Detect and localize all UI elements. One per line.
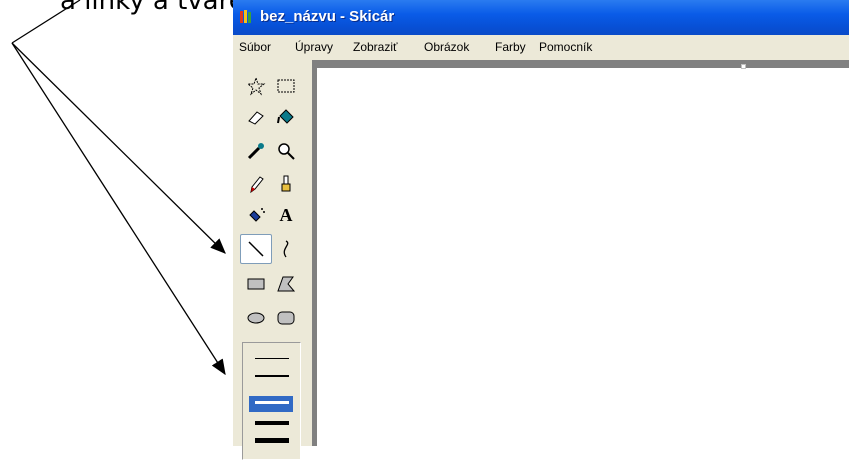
arrow-to-line-width bbox=[11, 42, 226, 376]
tool-rectangle[interactable] bbox=[241, 270, 271, 298]
line-width-5[interactable] bbox=[255, 438, 289, 443]
line-width-1[interactable] bbox=[255, 358, 289, 359]
line-icon bbox=[248, 241, 264, 257]
rounded-rect-icon bbox=[277, 311, 295, 325]
curve-icon bbox=[283, 240, 289, 258]
star-select-icon bbox=[246, 76, 266, 96]
rectangle-icon bbox=[247, 278, 265, 290]
canvas-area bbox=[315, 60, 849, 446]
menu-bar: Súbor Úpravy Zobraziť Obrázok Farby Pomo… bbox=[233, 35, 849, 60]
menu-edit[interactable]: Úpravy bbox=[295, 40, 333, 54]
ellipse-icon bbox=[247, 312, 265, 324]
line-width-options bbox=[242, 342, 301, 460]
menu-image[interactable]: Obrázok bbox=[424, 40, 469, 54]
tool-ellipse[interactable] bbox=[241, 304, 271, 332]
tool-free-form-select[interactable] bbox=[241, 72, 271, 100]
tool-pick-color[interactable] bbox=[241, 137, 271, 165]
drawing-canvas[interactable] bbox=[317, 68, 849, 446]
airbrush-icon bbox=[249, 208, 265, 222]
tool-curve[interactable] bbox=[271, 235, 301, 263]
menu-view[interactable]: Zobraziť bbox=[353, 40, 398, 54]
tool-magnifier[interactable] bbox=[271, 137, 301, 165]
rect-select-icon bbox=[277, 79, 295, 93]
window-title: bez_názvu - Skicár bbox=[260, 8, 395, 25]
pencil-icon bbox=[250, 176, 264, 194]
tool-brush[interactable] bbox=[271, 170, 301, 198]
tool-pencil[interactable] bbox=[241, 170, 271, 198]
eyedropper-icon bbox=[247, 143, 264, 160]
line-width-4[interactable] bbox=[255, 421, 289, 425]
line-width-3[interactable] bbox=[255, 401, 289, 404]
tool-eraser[interactable] bbox=[241, 103, 271, 131]
tool-text[interactable]: A bbox=[271, 201, 301, 229]
arrow-from-caption bbox=[11, 0, 81, 44]
tool-select[interactable] bbox=[271, 72, 301, 100]
arrow-to-line-tool bbox=[11, 42, 226, 254]
paint-bucket-icon bbox=[277, 109, 294, 124]
brush-icon bbox=[281, 175, 291, 192]
title-bar[interactable]: bez_názvu - Skicár bbox=[233, 0, 849, 35]
toolbox: A bbox=[233, 60, 311, 460]
tool-rounded-rectangle[interactable] bbox=[271, 304, 301, 332]
tool-polygon[interactable] bbox=[271, 270, 301, 298]
eraser-icon bbox=[248, 111, 264, 125]
polygon-icon bbox=[277, 276, 296, 292]
menu-help[interactable]: Pomocník bbox=[539, 40, 592, 54]
tool-airbrush[interactable] bbox=[241, 201, 271, 229]
canvas-resize-handle[interactable] bbox=[741, 64, 746, 69]
tool-line[interactable] bbox=[240, 234, 272, 264]
line-width-selection-highlight bbox=[249, 396, 293, 412]
menu-file[interactable]: Súbor bbox=[239, 40, 271, 54]
paint-app-icon bbox=[240, 10, 251, 23]
line-width-2[interactable] bbox=[255, 375, 289, 377]
tool-fill[interactable] bbox=[271, 103, 301, 131]
menu-colors[interactable]: Farby bbox=[495, 40, 526, 54]
text-icon: A bbox=[279, 204, 293, 225]
magnifier-icon bbox=[278, 143, 295, 160]
paint-window: bez_názvu - Skicár Súbor Úpravy Zobraziť… bbox=[233, 0, 849, 460]
